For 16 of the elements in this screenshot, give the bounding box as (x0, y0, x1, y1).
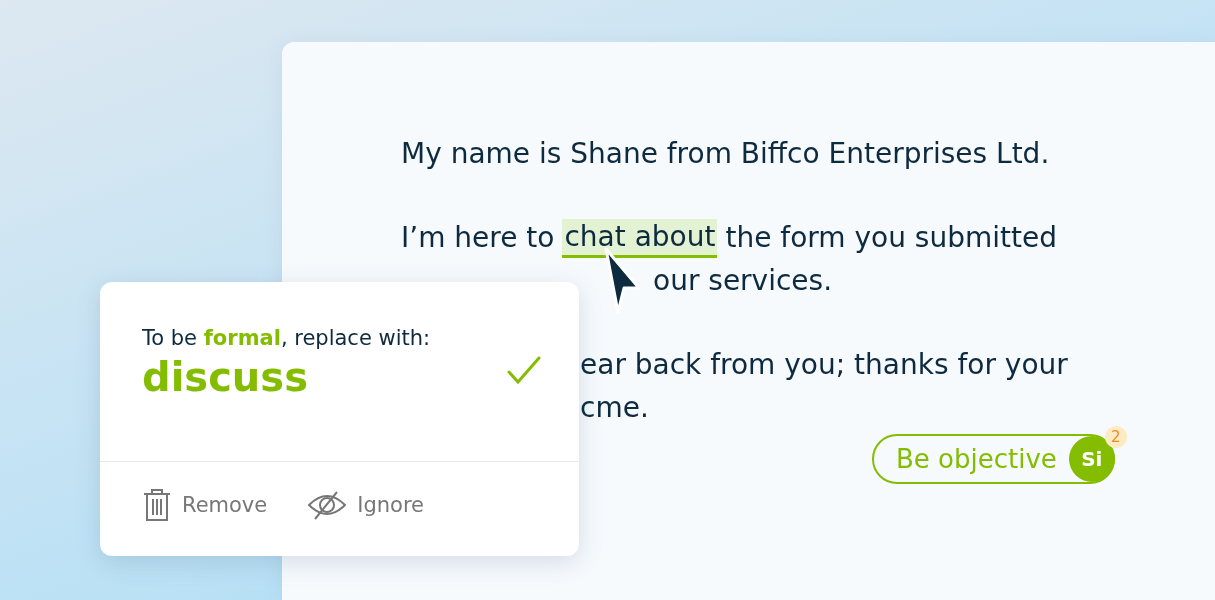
document-text: cme. (580, 390, 649, 426)
replacement-word[interactable]: discuss (142, 354, 431, 400)
highlighted-phrase[interactable]: chat about (562, 219, 718, 258)
remove-button[interactable]: Remove (142, 488, 268, 522)
suggestion-prompt: To be formal, replace with: (142, 326, 431, 350)
document-text: our services. (653, 263, 833, 299)
document-text: the form you submitted (725, 220, 1057, 256)
document-text: ear back from you; thanks for your (580, 347, 1068, 383)
document-text: I’m here to (401, 220, 555, 256)
accept-check-icon[interactable] (507, 356, 541, 384)
cursor-icon (602, 246, 642, 316)
chip-label: Be objective (896, 444, 1057, 474)
trash-icon (142, 488, 172, 522)
document-text: My name is Shane from Biffco Enterprises Ltd. (401, 136, 1050, 172)
eye-slash-icon (307, 489, 348, 521)
ignore-button[interactable]: Ignore (307, 488, 424, 522)
